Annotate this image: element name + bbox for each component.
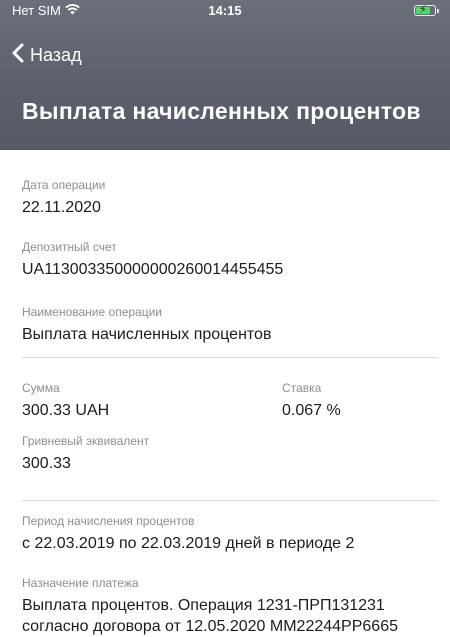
uah-equivalent-value: 300.33	[22, 455, 71, 472]
divider	[22, 357, 438, 358]
accrual-period-label: Период начисления процентов	[22, 514, 195, 528]
operation-name-value: Выплата начисленных процентов	[22, 326, 272, 343]
chevron-left-icon	[12, 43, 24, 68]
operation-date-field: Дата операции 22.11.2020	[22, 178, 105, 218]
operation-name-label: Наименование операции	[22, 305, 162, 319]
navigation-header: Нет SIM 14:15 ⚡ Назад Выплата начисленны…	[0, 0, 450, 150]
rate-value: 0.067 %	[282, 402, 341, 419]
operation-name-field: Наименование операции Выплата начисленны…	[22, 305, 271, 345]
back-button[interactable]: Назад	[12, 40, 82, 70]
page-title: Выплата начисленных процентов	[22, 98, 421, 124]
deposit-account-value: UA113003350000000260014455455	[22, 261, 284, 278]
rate-field: Ставка 0.067 %	[282, 381, 341, 421]
accrual-period-field: Период начисления процентов с 22.03.2019…	[22, 514, 354, 554]
rate-label: Ставка	[282, 381, 322, 395]
operation-date-label: Дата операции	[22, 178, 106, 192]
battery-charging-icon: ⚡	[414, 4, 439, 16]
uah-equivalent-field: Гривневый эквивалент 300.33	[22, 434, 149, 474]
payment-purpose-value: Выплата процентов. Операция 1231-ПРП1312…	[22, 597, 398, 635]
divider	[22, 500, 438, 501]
deposit-account-label: Депозитный счет	[22, 240, 117, 254]
uah-equivalent-label: Гривневый эквивалент	[22, 434, 150, 448]
accrual-period-value: с 22.03.2019 по 22.03.2019 дней в период…	[22, 535, 355, 552]
payment-purpose-label: Назначение платежа	[22, 576, 139, 590]
deposit-account-field: Депозитный счет UA1130033500000002600144…	[22, 240, 283, 280]
status-time: 14:15	[208, 3, 242, 18]
status-bar: Нет SIM 14:15 ⚡	[0, 0, 450, 22]
back-label: Назад	[30, 44, 82, 65]
operation-date-value: 22.11.2020	[22, 199, 101, 216]
amount-value: 300.33 UAH	[22, 402, 110, 419]
amount-label: Сумма	[22, 381, 60, 395]
amount-field: Сумма 300.33 UAH	[22, 381, 109, 421]
payment-purpose-field: Назначение платежа Выплата процентов. Оп…	[22, 576, 442, 637]
